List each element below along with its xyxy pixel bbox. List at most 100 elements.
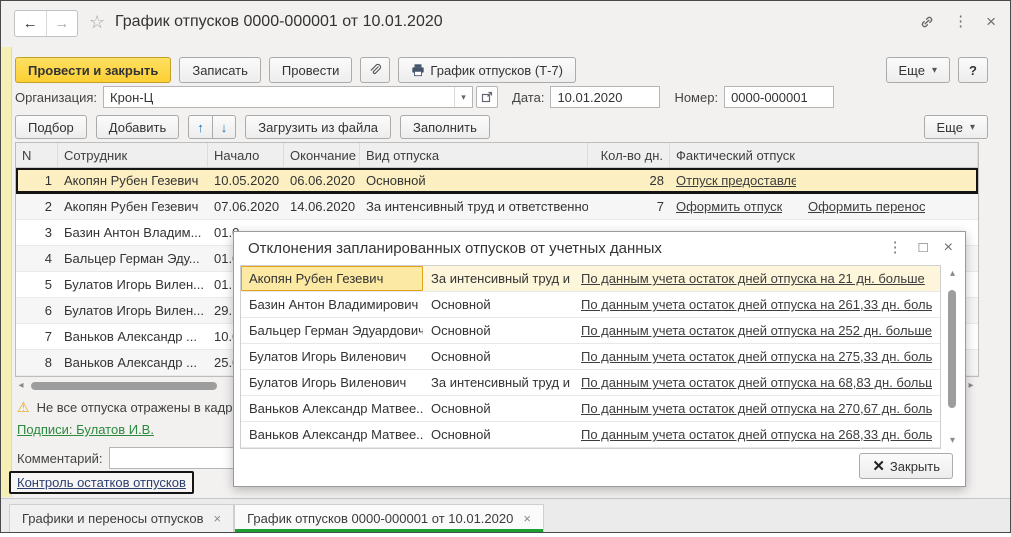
deviation-row[interactable]: Ваньков Александр Матвее...ОсновнойПо да… — [241, 396, 940, 422]
cell-employee: Булатов Игорь Вилен... — [58, 272, 208, 297]
tab-vacation-schedules-list[interactable]: Графики и переносы отпусков × — [9, 504, 234, 532]
move-down-button[interactable]: ↓ — [213, 115, 237, 139]
cell-n: 5 — [16, 272, 58, 297]
cell-employee: Бальцер Герман Эду... — [58, 246, 208, 271]
deviation-row[interactable]: Акопян Рубен ГезевичЗа интенсивный труд … — [241, 266, 940, 292]
dialog-restore-icon[interactable]: □ — [919, 239, 928, 257]
balance-control-link[interactable]: Контроль остатков отпусков — [17, 475, 186, 490]
cell-fact2-link[interactable]: Оформить перенос — [808, 199, 925, 214]
cell-message-link[interactable]: По данным учета остаток дней отпуска на … — [581, 323, 932, 338]
deviation-row[interactable]: Базин Антон ВладимировичОсновной По данны… — [241, 292, 940, 318]
list-more-button[interactable]: Еще▾ — [924, 115, 988, 139]
tab-close-icon[interactable]: × — [523, 511, 531, 526]
date-field[interactable] — [550, 86, 660, 108]
col-employee[interactable]: Сотрудник — [58, 143, 208, 167]
forward-button[interactable]: → — [47, 11, 78, 36]
cell-fact-link[interactable]: Отпуск предоставле... — [676, 173, 796, 188]
cell-days: 28 — [588, 168, 670, 193]
window-close-icon[interactable]: × — [986, 13, 996, 31]
cell-message-link[interactable]: По данным учета остаток дней отпуска на … — [581, 271, 925, 286]
cell-vacation-type: Основной — [423, 344, 573, 369]
cell-vacation-type: Основной — [423, 292, 573, 317]
cell-message-link[interactable]: По данным учета остаток дней отпуска на … — [581, 297, 932, 312]
save-button[interactable]: Записать — [179, 57, 261, 83]
organization-field[interactable]: ▾ — [103, 86, 473, 108]
scroll-left-icon[interactable]: ◂ — [15, 380, 27, 391]
number-field[interactable] — [724, 86, 834, 108]
cell-message-link[interactable]: По данным учета остаток дней отпуска на … — [581, 427, 932, 442]
deviation-row[interactable]: Булатов Игорь ВиленовичЗа интенсивный тр… — [241, 370, 940, 396]
get-link-icon[interactable] — [919, 14, 935, 30]
cell-employee[interactable]: Базин Антон Владимирович — [241, 292, 423, 317]
load-from-file-button[interactable]: Загрузить из файла — [245, 115, 391, 139]
dialog-vertical-scrollbar[interactable]: ▴ ▾ — [946, 268, 959, 446]
move-up-button[interactable]: ↑ — [188, 115, 213, 139]
cell-employee[interactable]: Булатов Игорь Виленович — [241, 344, 423, 369]
more-label: Еще — [937, 120, 963, 135]
post-and-close-button[interactable]: Провести и закрыть — [15, 57, 171, 83]
deviation-row[interactable]: Ваньков Александр Матвее...ОсновнойПо да… — [241, 422, 940, 448]
tab-close-icon[interactable]: × — [214, 511, 222, 526]
cell-employee: Ваньков Александр ... — [58, 350, 208, 375]
col-fact[interactable]: Фактический отпуск — [670, 143, 978, 167]
pick-button[interactable]: Подбор — [15, 115, 87, 139]
attachments-button[interactable] — [360, 57, 390, 83]
vertical-scroll-thumb[interactable] — [948, 290, 956, 408]
window-menu-icon[interactable]: ⋮ — [953, 13, 968, 31]
help-button[interactable]: ? — [958, 57, 988, 83]
favorite-star-icon[interactable]: ☆ — [89, 12, 105, 33]
print-t7-button[interactable]: График отпусков (Т-7) — [398, 57, 576, 83]
cell-fact2: Оформить перенос — [802, 194, 978, 219]
post-button[interactable]: Провести — [269, 57, 353, 83]
scroll-up-icon[interactable]: ▴ — [947, 268, 959, 279]
cell-start: 07.06.2020 — [208, 194, 284, 219]
back-button[interactable]: ← — [15, 11, 47, 36]
dialog-menu-icon[interactable]: ⋮ — [888, 239, 903, 257]
more-label: Еще — [899, 63, 925, 78]
deviation-row[interactable]: Булатов Игорь ВиленовичОсновной По данным… — [241, 344, 940, 370]
cell-message: По данным учета остаток дней отпуска на … — [573, 318, 940, 343]
cell-vacation-type: Основной — [423, 318, 573, 343]
cell-employee: Акопян Рубен Гезевич — [58, 168, 208, 193]
col-start[interactable]: Начало — [208, 143, 284, 167]
table-row[interactable]: 1Акопян Рубен Гезевич10.05.202006.06.202… — [16, 168, 978, 194]
cell-message: По данным учета остаток дней отпуска на … — [573, 344, 940, 369]
cell-employee[interactable]: Бальцер Герман Эдуардович — [241, 318, 423, 343]
scroll-right-icon[interactable]: ▸ — [965, 380, 977, 391]
cell-employee[interactable]: Булатов Игорь Виленович — [241, 370, 423, 395]
organization-open-button[interactable] — [476, 86, 498, 108]
col-type[interactable]: Вид отпуска — [360, 143, 588, 167]
cell-employee[interactable]: Ваньков Александр Матвее... — [241, 396, 423, 421]
cell-employee[interactable]: Ваньков Александр Матвее... — [241, 422, 423, 447]
cell-message-link[interactable]: По данным учета остаток дней отпуска на … — [581, 401, 932, 416]
table-row[interactable]: 2Акопян Рубен Гезевич07.06.202014.06.202… — [16, 194, 978, 220]
deviation-row[interactable]: Бальцер Герман ЭдуардовичОсновной По данн… — [241, 318, 940, 344]
cell-n: 4 — [16, 246, 58, 271]
cell-message: По данным учета остаток дней отпуска на … — [573, 396, 940, 421]
dialog-close-label: Закрыть — [890, 459, 940, 474]
list-toolbar: Подбор Добавить ↑ ↓ Загрузить из файла З… — [15, 115, 490, 139]
col-days[interactable]: Кол-во дн. — [588, 143, 670, 167]
organization-input[interactable] — [104, 87, 454, 107]
organization-dropdown-icon[interactable]: ▾ — [454, 87, 472, 107]
cell-message-link[interactable]: По данным учета остаток дней отпуска на … — [581, 375, 932, 390]
tab-vacation-schedule-document[interactable]: График отпусков 0000-000001 от 10.01.202… — [234, 504, 544, 532]
cell-message: По данным учета остаток дней отпуска на … — [573, 292, 940, 317]
horizontal-scroll-thumb[interactable] — [31, 382, 217, 390]
col-n[interactable]: N — [16, 143, 58, 167]
cell-employee[interactable]: Акопян Рубен Гезевич — [241, 266, 423, 291]
cell-message: По данным учета остаток дней отпуска на … — [573, 422, 940, 447]
number-input[interactable] — [725, 87, 913, 107]
deviations-table: Акопян Рубен ГезевичЗа интенсивный труд … — [240, 265, 941, 449]
add-button[interactable]: Добавить — [96, 115, 179, 139]
fill-button[interactable]: Заполнить — [400, 115, 490, 139]
dialog-close-button[interactable]: ✕ Закрыть — [859, 453, 953, 479]
dialog-close-icon[interactable]: × — [944, 239, 953, 257]
col-end[interactable]: Окончание — [284, 143, 360, 167]
scroll-down-icon[interactable]: ▾ — [947, 435, 959, 446]
signatures-link[interactable]: Подписи: Булатов И.В. — [17, 422, 154, 437]
form-more-button[interactable]: Еще▾ — [886, 57, 950, 83]
cell-employee: Булатов Игорь Вилен... — [58, 298, 208, 323]
cell-message-link[interactable]: По данным учета остаток дней отпуска на … — [581, 349, 932, 364]
cell-fact-link[interactable]: Оформить отпуск — [676, 199, 782, 214]
